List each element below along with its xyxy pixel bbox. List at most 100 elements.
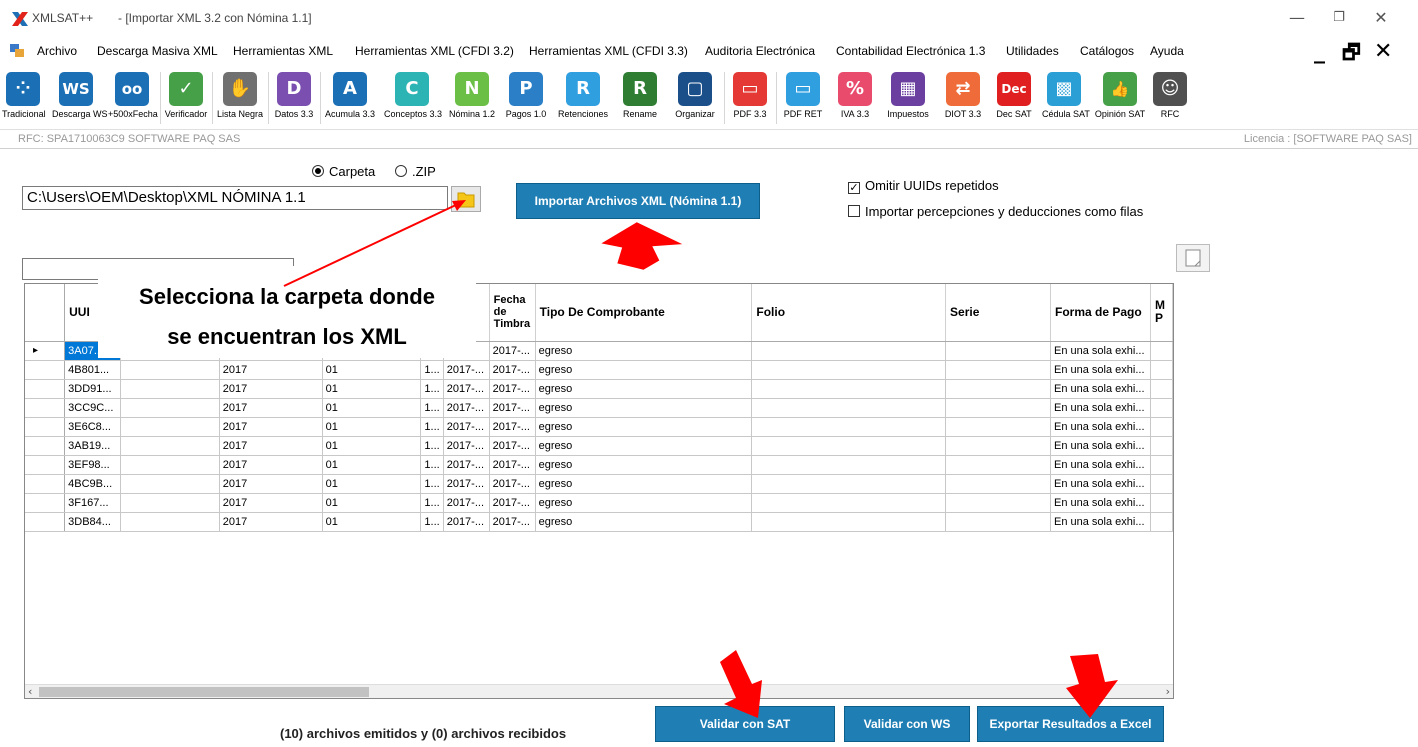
export-excel-button[interactable]: Exportar Resultados a Excel <box>977 706 1164 742</box>
row-header[interactable] <box>25 398 66 418</box>
table-cell[interactable]: En una sola exhi... <box>1050 341 1151 361</box>
table-cell[interactable]: En una sola exhi... <box>1050 379 1151 399</box>
table-cell[interactable]: egreso <box>535 436 753 456</box>
maximize-button[interactable]: ❐ <box>1324 6 1354 30</box>
table-cell[interactable] <box>1150 398 1173 418</box>
column-header-tipo[interactable]: Tipo De Comprobante <box>535 284 753 342</box>
table-row[interactable]: 4B801... 2017 01 1... 2017-... 2017-... egreso… <box>25 360 1173 380</box>
table-row[interactable]: 3DD91... 2017 01 1... 2017-... 2017-... egreso… <box>25 379 1173 399</box>
table-cell[interactable] <box>945 341 1051 361</box>
table-cell[interactable]: En una sola exhi... <box>1050 474 1151 494</box>
table-cell[interactable]: 01 <box>322 398 422 418</box>
toolbar-button-descarga-ws[interactable]: WS Descarga WS <box>52 68 108 124</box>
table-cell[interactable]: En una sola exhi... <box>1050 455 1151 475</box>
table-cell[interactable]: 3F167... <box>64 493 122 513</box>
toolbar-button-opini-n-sat[interactable]: 👍 Opinión SAT <box>1094 68 1146 124</box>
row-header[interactable] <box>25 512 66 532</box>
table-cell[interactable] <box>120 493 220 513</box>
table-cell[interactable] <box>120 512 220 532</box>
row-header[interactable] <box>25 474 66 494</box>
toolbar-button-dec-sat[interactable]: Dec Dec SAT <box>994 68 1034 124</box>
table-cell[interactable]: 2017-... <box>489 455 536 475</box>
column-header-forma-pago[interactable]: Forma de Pago <box>1050 284 1151 342</box>
table-cell[interactable] <box>751 493 947 513</box>
toolbar-button-pdf-ret[interactable]: ▭ PDF RET <box>780 68 826 124</box>
table-cell[interactable] <box>1150 436 1173 456</box>
table-cell[interactable]: egreso <box>535 474 753 494</box>
table-cell[interactable]: 2017 <box>219 417 323 437</box>
table-cell[interactable] <box>1150 360 1173 380</box>
table-cell[interactable] <box>751 341 947 361</box>
table-cell[interactable]: egreso <box>535 512 753 532</box>
table-cell[interactable]: 2017 <box>219 474 323 494</box>
table-row[interactable]: 3EF98... 2017 01 1... 2017-... 2017-... egreso… <box>25 455 1173 475</box>
table-cell[interactable] <box>945 379 1051 399</box>
table-cell[interactable]: 3EF98... <box>64 455 122 475</box>
column-header-metodo[interactable]: M P <box>1150 284 1173 342</box>
mdi-close-button[interactable]: ✕ <box>1374 41 1392 63</box>
table-cell[interactable]: 2017-... <box>489 493 536 513</box>
row-header[interactable] <box>25 436 66 456</box>
column-header-folio[interactable]: Folio <box>751 284 947 342</box>
table-cell[interactable] <box>1150 417 1173 437</box>
table-cell[interactable]: 01 <box>322 493 422 513</box>
menu-contabilidad[interactable]: Contabilidad Electrónica 1.3 <box>836 44 985 58</box>
folder-path-input[interactable]: C:\Users\OEM\Desktop\XML NÓMINA 1.1 <box>22 186 448 210</box>
table-cell[interactable]: 2017 <box>219 493 323 513</box>
validate-ws-button[interactable]: Validar con WS <box>844 706 970 742</box>
table-row[interactable]: 3DB84... 2017 01 1... 2017-... 2017-... egreso… <box>25 512 1173 532</box>
table-cell[interactable]: 2017-... <box>443 455 490 475</box>
toolbar-button-conceptos-3-3[interactable]: C Conceptos 3.3 <box>384 68 442 124</box>
table-row[interactable]: 3CC9C... 2017 01 1... 2017-... 2017-... egreso… <box>25 398 1173 418</box>
scroll-right-icon[interactable]: › <box>1166 685 1170 698</box>
table-cell[interactable] <box>945 436 1051 456</box>
table-cell[interactable]: egreso <box>535 417 753 437</box>
table-cell[interactable]: 2017-... <box>489 360 536 380</box>
row-header[interactable] <box>25 379 66 399</box>
table-cell[interactable]: 1... <box>420 474 444 494</box>
table-cell[interactable] <box>1150 512 1173 532</box>
table-cell[interactable] <box>120 417 220 437</box>
table-cell[interactable]: 3CC9C... <box>64 398 122 418</box>
table-cell[interactable] <box>945 474 1051 494</box>
table-cell[interactable]: 2017-... <box>489 379 536 399</box>
table-cell[interactable] <box>751 379 947 399</box>
table-cell[interactable]: 4B801... <box>64 360 122 380</box>
table-cell[interactable]: 1... <box>420 493 444 513</box>
table-cell[interactable]: 2017-... <box>443 417 490 437</box>
table-row[interactable]: 3AB19... 2017 01 1... 2017-... 2017-... egreso… <box>25 436 1173 456</box>
table-cell[interactable]: 1... <box>420 436 444 456</box>
toolbar-button-verificador[interactable]: ✓ Verificador <box>164 68 208 124</box>
toolbar-button-retenciones[interactable]: R Retenciones <box>556 68 610 124</box>
table-cell[interactable]: 3DD91... <box>64 379 122 399</box>
table-cell[interactable]: 1... <box>420 455 444 475</box>
table-cell[interactable] <box>751 512 947 532</box>
table-cell[interactable]: 2017 <box>219 360 323 380</box>
table-cell[interactable]: egreso <box>535 379 753 399</box>
omit-uuids-checkbox[interactable]: ✓ Omitir UUIDs repetidos <box>848 178 999 194</box>
table-cell[interactable] <box>751 360 947 380</box>
radio-carpeta[interactable]: Carpeta <box>312 164 375 179</box>
table-cell[interactable]: 2017 <box>219 512 323 532</box>
table-cell[interactable]: En una sola exhi... <box>1050 512 1151 532</box>
column-header-fecha-timbrado[interactable]: Fecha de Timbra <box>489 284 536 342</box>
mdi-restore-button[interactable]: 🗗 <box>1342 41 1361 63</box>
toolbar-button-organizar[interactable]: ▢ Organizar <box>670 68 720 124</box>
toolbar-button-rename[interactable]: R Rename <box>618 68 662 124</box>
table-cell[interactable]: 2017-... <box>489 474 536 494</box>
horizontal-scrollbar[interactable]: ‹ › <box>25 684 1173 698</box>
import-xml-button[interactable]: Importar Archivos XML (Nómina 1.1) <box>516 183 760 219</box>
table-cell[interactable] <box>751 474 947 494</box>
row-header[interactable] <box>25 493 66 513</box>
table-cell[interactable] <box>120 379 220 399</box>
table-cell[interactable]: 3E6C8... <box>64 417 122 437</box>
menu-utilidades[interactable]: Utilidades <box>1006 44 1059 58</box>
table-cell[interactable] <box>120 455 220 475</box>
table-cell[interactable] <box>120 474 220 494</box>
table-cell[interactable] <box>751 398 947 418</box>
table-cell[interactable]: 01 <box>322 474 422 494</box>
table-cell[interactable]: 2017-... <box>489 512 536 532</box>
menu-herramientas-xml[interactable]: Herramientas XML <box>233 44 333 58</box>
table-cell[interactable] <box>120 436 220 456</box>
table-cell[interactable] <box>751 436 947 456</box>
